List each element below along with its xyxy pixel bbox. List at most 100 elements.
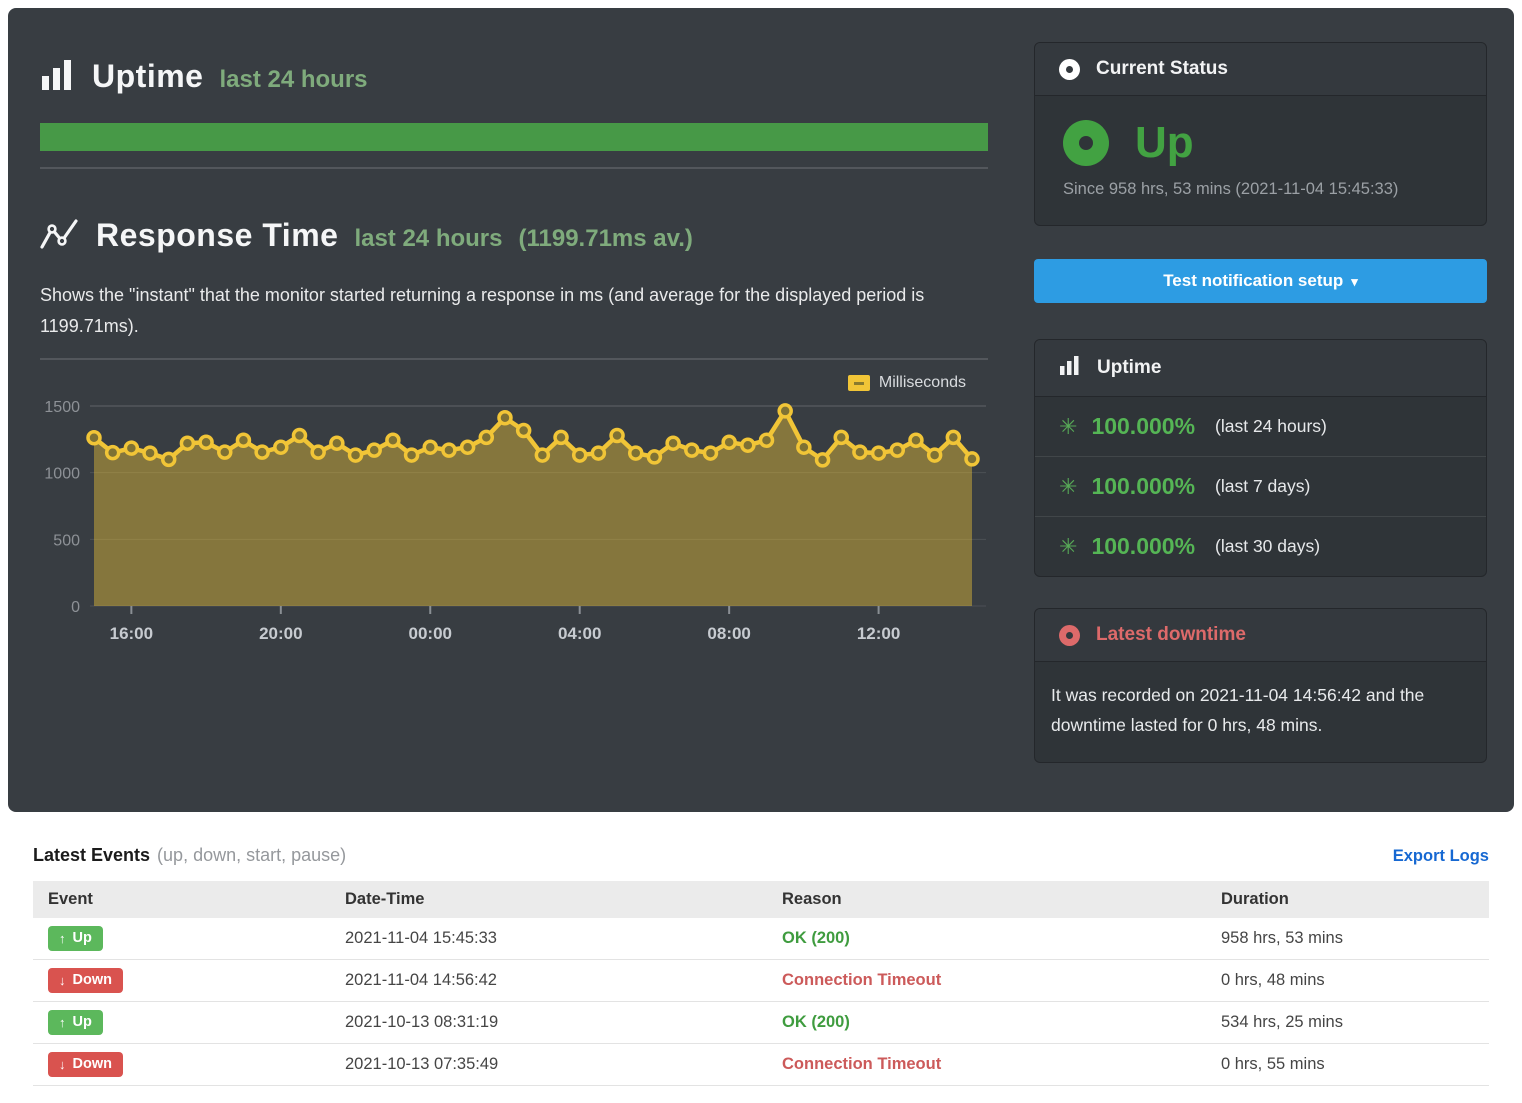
chart-point xyxy=(891,444,903,456)
event-badge-label: Up xyxy=(73,1014,92,1030)
x-axis-label: 00:00 xyxy=(409,624,452,643)
event-datetime: 2021-11-04 15:45:33 xyxy=(330,918,767,960)
column-header-event: Event xyxy=(33,881,330,918)
uptime-row: ✳ 100.000% (last 30 days) xyxy=(1035,517,1486,576)
chart-point xyxy=(219,446,231,458)
chart-point xyxy=(480,431,492,443)
chart-point xyxy=(798,441,810,453)
event-duration: 0 hrs, 55 mins xyxy=(1206,1044,1489,1086)
chart-point xyxy=(835,431,847,443)
chart-point xyxy=(574,449,586,461)
bar-chart-icon xyxy=(40,58,76,97)
event-duration: 958 hrs, 53 mins xyxy=(1206,918,1489,960)
sidebar: Current Status Up Since 958 hrs, 53 mins… xyxy=(1034,8,1487,812)
line-chart-icon xyxy=(40,217,80,258)
legend-label: Milliseconds xyxy=(879,374,966,392)
table-row: ↓Down 2021-10-13 07:35:49 Connection Tim… xyxy=(33,1044,1489,1086)
uptime-row: ✳ 100.000% (last 7 days) xyxy=(1035,457,1486,517)
uptime-rows: ✳ 100.000% (last 24 hours) ✳ 100.000% (l… xyxy=(1035,397,1486,576)
column-header-reason: Reason xyxy=(767,881,1206,918)
event-datetime: 2021-10-13 08:31:19 xyxy=(330,1002,767,1044)
event-datetime: 2021-11-04 14:56:42 xyxy=(330,960,767,1002)
response-time-chart: 05001000150016:0020:0000:0004:0008:0012:… xyxy=(40,392,996,648)
uptime-title: Uptime xyxy=(92,58,203,95)
chart-point xyxy=(163,453,175,465)
uptime-percentage: 100.000% xyxy=(1091,533,1195,560)
table-row: ↓Down 2021-11-04 14:56:42 Connection Tim… xyxy=(33,960,1489,1002)
up-status-icon xyxy=(1063,120,1109,166)
current-status-body: Up Since 958 hrs, 53 mins (2021-11-04 15… xyxy=(1035,96,1486,225)
column-header-duration: Duration xyxy=(1206,881,1489,918)
chart-point xyxy=(293,429,305,441)
event-badge-label: Down xyxy=(73,972,112,988)
y-axis-label: 0 xyxy=(71,599,80,616)
events-titlebar: Latest Events (up, down, start, pause) E… xyxy=(33,845,1489,866)
chart-point xyxy=(779,405,791,417)
chart-point xyxy=(966,453,978,465)
burst-icon: ✳ xyxy=(1059,536,1077,558)
uptime-card-header: Uptime xyxy=(1035,340,1486,397)
latest-downtime-header: Latest downtime xyxy=(1035,609,1486,662)
status-record-icon xyxy=(1059,59,1080,80)
event-duration: 0 hrs, 48 mins xyxy=(1206,960,1489,1002)
milliseconds-swatch-icon xyxy=(848,375,870,391)
event-arrow-icon: ↑ xyxy=(59,931,66,946)
chart-point xyxy=(462,441,474,453)
chart-point xyxy=(854,446,866,458)
test-notification-button[interactable]: Test notification setup ▾ xyxy=(1034,259,1487,303)
event-reason: Connection Timeout xyxy=(782,1055,941,1073)
test-notification-label: Test notification setup xyxy=(1163,271,1343,291)
chart-point xyxy=(387,434,399,446)
chart-point xyxy=(761,434,773,446)
chart-point xyxy=(237,434,249,446)
uptime-percentage: 100.000% xyxy=(1091,413,1195,440)
chart-point xyxy=(723,436,735,448)
chart-point xyxy=(499,412,511,424)
event-reason: Connection Timeout xyxy=(782,971,941,989)
uptime-row: ✳ 100.000% (last 24 hours) xyxy=(1035,397,1486,457)
uptime-subtitle: last 24 hours xyxy=(219,66,367,94)
chart-point xyxy=(88,432,100,444)
event-duration: 534 hrs, 25 mins xyxy=(1206,1002,1489,1044)
event-badge-label: Up xyxy=(73,930,92,946)
y-axis-label: 500 xyxy=(53,532,80,549)
event-badge: ↓Down xyxy=(48,1052,123,1077)
events-section: Latest Events (up, down, start, pause) E… xyxy=(33,845,1489,1086)
chart-point xyxy=(611,429,623,441)
response-description: Shows the "instant" that the monitor sta… xyxy=(40,280,988,342)
dashboard-panel: Uptime last 24 hours Response Time last … xyxy=(8,8,1514,812)
table-row: ↑Up 2021-10-13 08:31:19 OK (200) 534 hrs… xyxy=(33,1002,1489,1044)
response-subtitle: last 24 hours xyxy=(354,225,502,253)
chart-point xyxy=(555,431,567,443)
response-section-header: Response Time last 24 hours (1199.71ms a… xyxy=(40,217,988,258)
current-status-label: Current Status xyxy=(1096,58,1228,80)
chart-point xyxy=(536,449,548,461)
uptime-period: (last 30 days) xyxy=(1215,536,1320,557)
divider xyxy=(40,358,988,360)
events-table: EventDate-TimeReasonDuration ↑Up 2021-11… xyxy=(33,881,1489,1086)
response-average: (1199.71ms av.) xyxy=(519,225,693,253)
chart-point xyxy=(312,446,324,458)
chart-point xyxy=(648,451,660,463)
uptime-period: (last 24 hours) xyxy=(1215,416,1327,437)
main-column: Uptime last 24 hours Response Time last … xyxy=(40,8,996,812)
chart-point xyxy=(125,442,137,454)
chart-point xyxy=(275,441,287,453)
uptime-period: (last 7 days) xyxy=(1215,476,1310,497)
chart-point xyxy=(424,441,436,453)
downtime-record-icon xyxy=(1059,625,1080,646)
bar-chart-icon-small xyxy=(1059,355,1081,381)
divider xyxy=(40,167,988,169)
uptime-percentage: 100.000% xyxy=(1091,473,1195,500)
uptime-section-header: Uptime last 24 hours xyxy=(40,58,988,97)
chart-point xyxy=(704,447,716,459)
x-axis-label: 04:00 xyxy=(558,624,601,643)
chart-point xyxy=(667,437,679,449)
event-reason: OK (200) xyxy=(782,929,850,947)
event-badge: ↑ Up xyxy=(48,926,103,951)
export-logs-link[interactable]: Export Logs xyxy=(1393,847,1489,866)
status-state: Up xyxy=(1135,118,1194,168)
caret-down-icon: ▾ xyxy=(1351,274,1358,290)
chart-point xyxy=(368,444,380,456)
uptime-bar xyxy=(40,123,988,151)
